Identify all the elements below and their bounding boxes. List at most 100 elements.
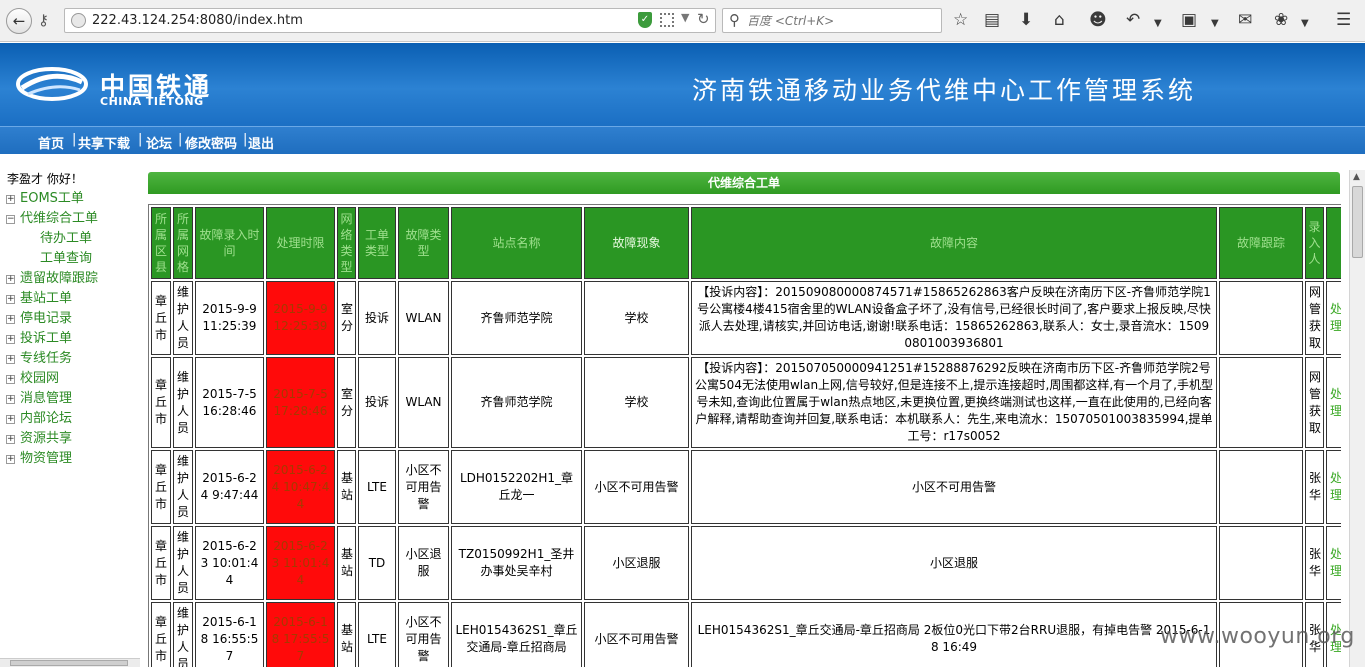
expand-icon[interactable]: +	[6, 195, 15, 204]
process-link[interactable]: 处理	[1326, 526, 1341, 600]
expand-icon[interactable]: +	[6, 275, 15, 284]
expand-icon[interactable]: +	[6, 415, 15, 424]
cell-content: 【投诉内容】：201509080000874571#15865262863客户反…	[691, 281, 1217, 355]
cell-site: LEH0154362S1_章丘交通局-章丘招商局	[451, 602, 582, 667]
col-header: 故障内容	[691, 207, 1217, 279]
menu-download[interactable]: 共享下载	[78, 133, 130, 152]
globe-icon	[71, 13, 86, 28]
menu-logout[interactable]: 退出	[248, 133, 274, 152]
cell-site: LDH0152202H1_章丘龙一	[451, 450, 582, 524]
sidebar-item-resource-share[interactable]: + 资源共享	[6, 427, 72, 446]
search-input[interactable]	[747, 12, 937, 30]
expand-icon[interactable]: +	[6, 395, 15, 404]
process-link[interactable]: 处理	[1326, 357, 1341, 448]
sidebar-horizontal-scrollbar[interactable]	[0, 658, 140, 667]
key-icon[interactable]: ⚷	[38, 11, 49, 29]
cell-network: 室分	[337, 281, 356, 355]
sidebar-item-leased-line[interactable]: + 专线任务	[6, 347, 72, 366]
menu-home[interactable]: 首页	[38, 133, 64, 152]
table-row: 章丘市 维护人员 2015-6-23 10:01:44 2015-6-23 11…	[151, 526, 1341, 600]
chevron-down-icon[interactable]: ▼	[1211, 14, 1219, 34]
cell-site: 齐鲁师范学院	[451, 357, 582, 448]
crop-icon[interactable]: ▣	[1181, 10, 1197, 30]
chevron-down-icon[interactable]: ▼	[1154, 14, 1162, 34]
expand-icon[interactable]: +	[6, 355, 15, 364]
col-header: 故障跟踪	[1219, 207, 1303, 279]
header-banner: 中国铁通 CHINA TIETONG 济南铁通移动业务代维中心工作管理系统	[0, 43, 1365, 126]
menu-separator: |	[72, 132, 77, 147]
expand-icon[interactable]: +	[6, 315, 15, 324]
cell-entry-time: 2015-6-23 10:01:44	[195, 526, 264, 600]
sidebar-subitem-pending[interactable]: 待办工单	[40, 227, 92, 246]
chevron-down-icon[interactable]: ▼	[681, 11, 689, 24]
cell-district: 章丘市	[151, 602, 171, 667]
bug-icon[interactable]: ❀	[1274, 10, 1288, 30]
emoji-icon[interactable]: ☻	[1089, 10, 1107, 30]
cell-grid: 维护人员	[173, 281, 193, 355]
expand-icon[interactable]: +	[6, 455, 15, 464]
sidebar-subitem-query[interactable]: 工单查询	[40, 247, 92, 266]
table-row: 章丘市 维护人员 2015-7-5 16:28:46 2015-7-5 17:2…	[151, 357, 1341, 448]
undo-icon[interactable]: ↶	[1126, 10, 1140, 30]
sidebar-item-eoms[interactable]: + EOMS工单	[6, 187, 84, 206]
panel-title: 代维综合工单	[148, 172, 1340, 194]
search-box[interactable]: ⚲	[722, 8, 942, 33]
tietong-logo-icon	[16, 67, 88, 101]
expand-icon[interactable]: +	[6, 295, 15, 304]
expand-icon[interactable]: +	[6, 435, 15, 444]
address-bar[interactable]: 222.43.124.254:8080/index.htm ✓ ▼ ↻	[64, 8, 716, 33]
sidebar-item-power-outage[interactable]: + 停电记录	[6, 307, 72, 326]
home-icon[interactable]: ⌂	[1054, 10, 1065, 30]
menu-change-password[interactable]: 修改密码	[185, 133, 237, 152]
collapse-icon[interactable]: −	[6, 215, 15, 224]
process-link[interactable]: 处理	[1326, 281, 1341, 355]
cell-order-type: LTE	[358, 450, 396, 524]
expand-icon[interactable]: +	[6, 375, 15, 384]
reload-icon[interactable]: ↻	[697, 10, 710, 28]
sidebar-item-internal-forum[interactable]: + 内部论坛	[6, 407, 72, 426]
col-header	[1326, 207, 1341, 279]
cell-entered-by: 网管获取	[1305, 281, 1324, 355]
process-link[interactable]: 处理	[1326, 450, 1341, 524]
col-header: 处理时限	[266, 207, 335, 279]
menu-icon[interactable]: ☰	[1336, 10, 1351, 30]
cell-fault-type: 小区不可用告警	[398, 602, 449, 667]
scroll-up-icon[interactable]: ▲	[1353, 172, 1360, 182]
star-icon[interactable]: ☆	[953, 10, 968, 30]
expand-icon[interactable]: +	[6, 335, 15, 344]
user-greeting: 李盈才 你好！	[7, 172, 83, 186]
cell-content: LEH0154362S1_章丘交通局-章丘招商局 2板位0光口下带2台RRU退服…	[691, 602, 1217, 667]
chat-icon[interactable]: ✉	[1238, 10, 1252, 30]
cell-deadline: 2015-6-24 10:47:44	[266, 450, 335, 524]
table-header-row: 所属区县 所属网格 故障录入时间 处理时限 网络类型 工单类型 故障类型 站点名…	[151, 207, 1341, 279]
cell-grid: 维护人员	[173, 450, 193, 524]
sidebar-item-campus-network[interactable]: + 校园网	[6, 367, 59, 386]
shield-icon[interactable]: ✓	[638, 12, 652, 28]
cell-content: 小区退服	[691, 526, 1217, 600]
menu-forum[interactable]: 论坛	[146, 133, 172, 152]
sidebar-item-materials[interactable]: + 物资管理	[6, 447, 72, 466]
scrollbar-thumb[interactable]	[1352, 186, 1363, 258]
download-icon[interactable]: ⬇	[1019, 10, 1033, 30]
col-header: 录入人	[1305, 207, 1324, 279]
cell-district: 章丘市	[151, 526, 171, 600]
cell-fault-type: 小区退服	[398, 526, 449, 600]
sidebar-item-messages[interactable]: + 消息管理	[6, 387, 72, 406]
cell-district: 章丘市	[151, 450, 171, 524]
qr-icon[interactable]	[660, 13, 674, 27]
sidebar-item-legacy-faults[interactable]: + 遗留故障跟踪	[6, 267, 98, 286]
cell-deadline: 2015-6-23 11:01:44	[266, 526, 335, 600]
page-vertical-scrollbar[interactable]: ▲	[1349, 170, 1365, 667]
chevron-down-icon[interactable]: ▼	[1301, 14, 1309, 34]
top-menu: 首页 | 共享下载 | 论坛 | 修改密码 | 退出	[0, 126, 1365, 154]
sidebar-item-combined-orders[interactable]: − 代维综合工单	[6, 207, 98, 226]
back-arrow-icon[interactable]: ←	[6, 8, 32, 34]
url-text[interactable]: 222.43.124.254:8080/index.htm	[92, 13, 303, 28]
cell-network: 基站	[337, 450, 356, 524]
reader-icon[interactable]: ▤	[984, 10, 1000, 30]
col-header: 故障类型	[398, 207, 449, 279]
cell-grid: 维护人员	[173, 357, 193, 448]
sidebar-item-base-station[interactable]: + 基站工单	[6, 287, 72, 306]
sidebar-item-complaints[interactable]: + 投诉工单	[6, 327, 72, 346]
scrollbar-thumb[interactable]	[10, 660, 128, 666]
